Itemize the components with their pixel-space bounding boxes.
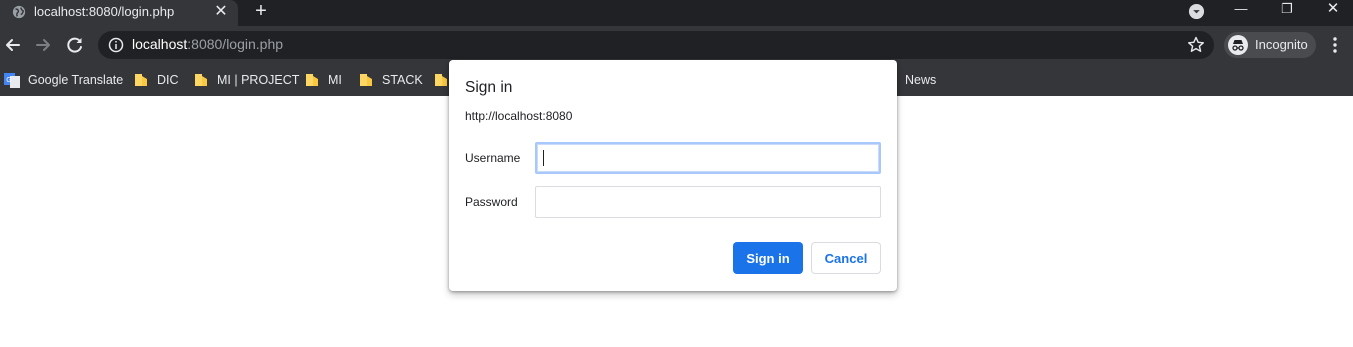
sign-in-dialog: Sign in http://localhost:8080 Username P… [449, 60, 897, 291]
tab-close-icon[interactable]: ✕ [212, 3, 230, 21]
folder-icon [135, 74, 147, 86]
google-translate-icon: G [4, 73, 20, 88]
bookmark-folder-mi[interactable]: MI [304, 70, 348, 90]
username-input[interactable] [535, 142, 881, 174]
url-path: :8080/login.php [187, 36, 284, 52]
bookmark-label: MI | PROJECT [217, 73, 300, 87]
password-label: Password [465, 195, 518, 209]
window-close-button[interactable]: ✕ [1310, 0, 1353, 22]
url-host: localhost [132, 36, 188, 52]
minimize-button[interactable]: — [1218, 0, 1264, 22]
toolbar: localhost:8080/login.php Incognito [0, 26, 1353, 64]
new-tab-button[interactable]: + [250, 0, 272, 22]
bookmark-folder-stack[interactable]: STACK [358, 70, 424, 90]
bookmark-label: STACK [382, 73, 423, 87]
url-text[interactable]: localhost:8080/login.php [132, 36, 283, 52]
username-label: Username [465, 151, 521, 165]
password-input[interactable] [535, 186, 881, 218]
tab-search-icon[interactable] [1188, 3, 1205, 20]
dialog-origin: http://localhost:8080 [465, 109, 573, 123]
bookmark-folder-dic[interactable]: DIC [133, 70, 183, 90]
globe-icon [12, 5, 26, 19]
tab-title: localhost:8080/login.php [34, 4, 175, 19]
bookmark-folder-mi-project[interactable]: MI | PROJECT [193, 70, 299, 90]
restore-button[interactable]: ❐ [1264, 0, 1310, 22]
bookmark-label: Google Translate [28, 73, 124, 87]
bookmark-label: MI [328, 73, 342, 87]
folder-icon [360, 74, 372, 86]
active-tab[interactable]: localhost:8080/login.php ✕ [0, 0, 238, 26]
sign-in-button[interactable]: Sign in [733, 242, 803, 274]
incognito-badge[interactable]: Incognito [1224, 32, 1316, 58]
address-bar[interactable]: localhost:8080/login.php [98, 31, 1214, 59]
svg-text:G: G [6, 77, 11, 84]
dialog-title: Sign in [465, 79, 513, 96]
back-icon[interactable] [2, 34, 24, 56]
cancel-button[interactable]: Cancel [811, 242, 881, 274]
forward-icon[interactable] [32, 34, 54, 56]
tab-strip: localhost:8080/login.php ✕ + — ❐ ✕ [0, 0, 1353, 26]
bookmark-star-icon[interactable] [1186, 35, 1206, 55]
folder-icon [306, 74, 318, 86]
folder-icon [195, 74, 207, 86]
folder-icon [435, 74, 447, 86]
bookmark-label: DIC [157, 73, 179, 87]
info-icon[interactable] [108, 37, 124, 53]
bookmark-label: News [905, 73, 937, 87]
more-menu-icon[interactable] [1326, 35, 1344, 55]
reload-icon[interactable] [64, 34, 86, 56]
incognito-label: Incognito [1255, 37, 1308, 52]
incognito-icon [1228, 35, 1248, 55]
text-caret [543, 150, 544, 166]
bookmark-google-translate[interactable]: G Google Translate [4, 70, 124, 90]
